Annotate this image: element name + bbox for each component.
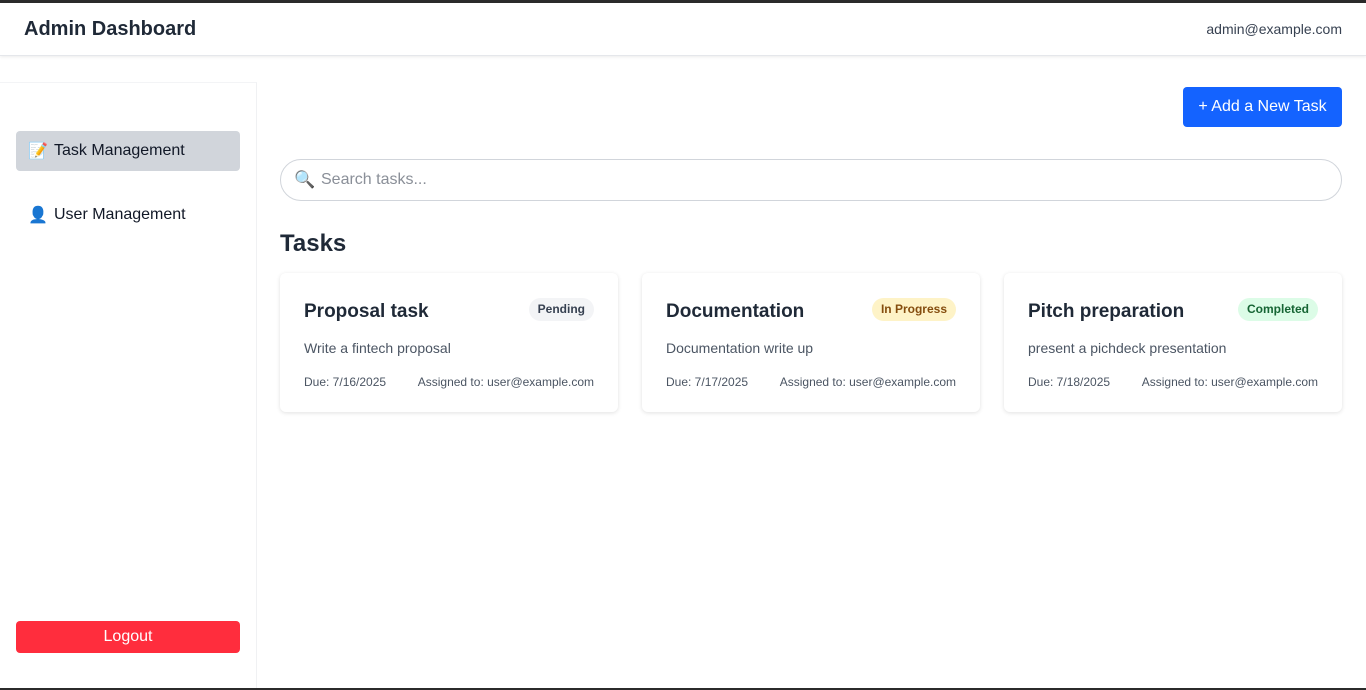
status-badge: In Progress xyxy=(871,298,956,321)
user-icon: 👤 xyxy=(28,207,48,224)
search-icon: 🔍 xyxy=(294,170,316,189)
sidebar-item-user-management[interactable]: 👤 User Management xyxy=(16,195,240,235)
task-description: present a pichdeck presentation xyxy=(1028,340,1227,356)
app-title: Admin Dashboard xyxy=(24,18,197,40)
search-bar[interactable]: 🔍 xyxy=(280,159,1342,201)
search-input[interactable] xyxy=(321,160,1321,200)
logout-button[interactable]: Logout xyxy=(16,621,240,653)
sidebar-item-label: User Management xyxy=(54,206,186,223)
top-header: Admin Dashboard admin@example.com xyxy=(0,3,1366,56)
status-badge: Pending xyxy=(528,298,594,321)
sidebar: 📝 Task Management 👤 User Management Logo… xyxy=(0,82,257,690)
section-title: Tasks xyxy=(280,230,347,257)
add-task-button[interactable]: + Add a New Task xyxy=(1183,87,1342,127)
task-card[interactable]: Pitch preparation Completed present a pi… xyxy=(1004,273,1342,412)
task-due-date: Due: 7/17/2025 xyxy=(666,375,749,389)
user-email: admin@example.com xyxy=(1206,21,1342,37)
task-card[interactable]: Documentation In Progress Documentation … xyxy=(642,273,980,412)
task-assignee: Assigned to: user@example.com xyxy=(417,375,594,389)
task-card[interactable]: Proposal task Pending Write a fintech pr… xyxy=(280,273,618,412)
task-assignee: Assigned to: user@example.com xyxy=(779,375,956,389)
task-title: Proposal task xyxy=(304,301,429,322)
task-title: Documentation xyxy=(666,301,805,322)
task-description: Write a fintech proposal xyxy=(304,340,451,356)
memo-icon: 📝 xyxy=(28,143,48,160)
task-assignee: Assigned to: user@example.com xyxy=(1141,375,1318,389)
sidebar-item-label: Task Management xyxy=(54,142,185,159)
task-title: Pitch preparation xyxy=(1028,301,1185,322)
status-badge: Completed xyxy=(1237,298,1318,321)
task-due-date: Due: 7/18/2025 xyxy=(1028,375,1111,389)
task-due-date: Due: 7/16/2025 xyxy=(304,375,387,389)
sidebar-item-task-management[interactable]: 📝 Task Management xyxy=(16,131,240,171)
task-description: Documentation write up xyxy=(666,340,814,356)
